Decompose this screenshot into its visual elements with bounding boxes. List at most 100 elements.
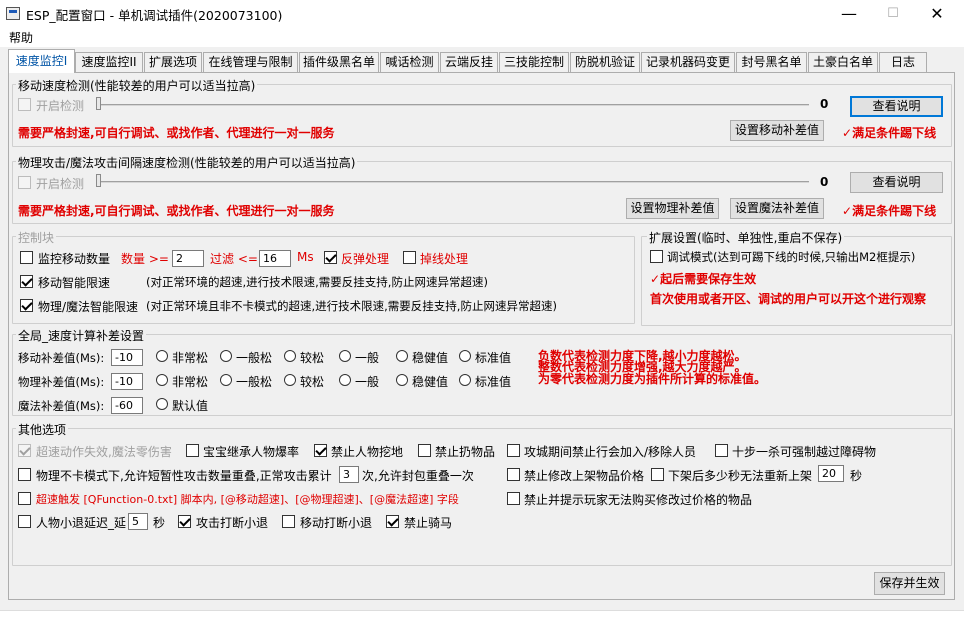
filter-input[interactable]: 16 (259, 250, 291, 267)
move-radio-slightly-loose[interactable] (284, 350, 296, 362)
o3-label: 禁止人物挖地 (331, 445, 404, 459)
tab-speed-monitor-2[interactable]: 速度监控II (75, 52, 143, 72)
status-strip (0, 610, 964, 629)
o9-checkbox[interactable] (651, 468, 664, 481)
phys-radio-label: 非常松 (172, 375, 209, 389)
debug-mode-label: 调试模式(达到可踢下线的时候,只输出M2框提示) (667, 250, 916, 264)
o10-checkbox[interactable] (18, 492, 31, 505)
o6-checkbox[interactable] (715, 444, 728, 457)
phys-comp-input[interactable]: -10 (111, 373, 143, 390)
menu-bar (0, 27, 964, 47)
check-mark-icon: ✓ (842, 126, 853, 140)
tab-log[interactable]: 日志 (879, 52, 927, 72)
o13-checkbox[interactable] (178, 515, 191, 528)
move-radio-loose[interactable] (220, 350, 232, 362)
set-move-comp-button[interactable]: 设置移动补差值 (730, 120, 824, 141)
move-radio-standard[interactable] (459, 350, 471, 362)
o15-checkbox[interactable] (386, 515, 399, 528)
save-apply-button[interactable]: 保存并生效 (874, 572, 945, 595)
smart-move-checkbox[interactable] (20, 275, 33, 288)
o7-checkbox[interactable] (18, 468, 31, 481)
phys-radio-slightly-loose[interactable] (284, 374, 296, 386)
tab-ban-blacklist[interactable]: 封号黑名单 (736, 52, 807, 72)
move-radio-normal[interactable] (339, 350, 351, 362)
o12-checkbox[interactable] (18, 515, 31, 528)
tab-anti-offline[interactable]: 防脱机验证 (570, 52, 640, 72)
o5-checkbox[interactable] (507, 444, 520, 457)
tab-shout-detect[interactable]: 喊话检测 (380, 52, 439, 72)
o1-checkbox[interactable] (18, 444, 31, 457)
o12-label-suffix: 秒 (153, 516, 166, 530)
o8-checkbox[interactable] (507, 468, 520, 481)
move-slider-value: 0 (820, 97, 829, 111)
o12-input[interactable]: 5 (128, 513, 148, 530)
first-use-note: 首次使用或者开区、调试的用户可以开这个进行观察 (650, 292, 927, 306)
rebound-checkbox[interactable] (324, 251, 337, 264)
phys-radio-very-loose[interactable] (156, 374, 168, 386)
tab-cloud-anticheat[interactable]: 云端反挂 (440, 52, 498, 72)
set-magic-comp-button[interactable]: 设置魔法补差值 (730, 198, 824, 219)
tab-plugin-blacklist[interactable]: 插件级黑名单 (299, 52, 379, 72)
attack-enable-label: 开启检测 (36, 177, 85, 191)
phys-radio-label: 标准值 (475, 375, 512, 389)
minimize-button[interactable]: — (826, 0, 872, 27)
move-radio-label: 稳健值 (412, 351, 449, 365)
move-radio-stable[interactable] (396, 350, 408, 362)
move-view-button[interactable]: 查看说明 (850, 96, 943, 117)
o5-label: 攻城期间禁止行会加入/移除人员 (524, 445, 697, 459)
attack-enable-checkbox[interactable] (18, 176, 31, 189)
phys-radio-label: 较松 (300, 375, 325, 389)
o11-label: 禁止并提示玩家无法购买修改过价格的物品 (524, 493, 753, 507)
o2-label: 宝宝继承人物爆率 (203, 445, 300, 459)
attack-slider-value: 0 (820, 175, 829, 189)
phys-radio-standard[interactable] (459, 374, 471, 386)
o14-checkbox[interactable] (282, 515, 295, 528)
phys-radio-loose[interactable] (220, 374, 232, 386)
tab-extension[interactable]: 扩展选项 (144, 52, 202, 72)
move-radio-very-loose[interactable] (156, 350, 168, 362)
menu-help[interactable]: 帮助 (9, 29, 33, 46)
move-slider[interactable] (98, 104, 809, 106)
smart-attack-checkbox[interactable] (20, 299, 33, 312)
disconnect-checkbox[interactable] (403, 251, 416, 264)
save-effect-note: ✓起后需要保存生效 (650, 272, 757, 286)
move-slider-thumb[interactable] (96, 97, 101, 110)
attack-slider-thumb[interactable] (96, 174, 101, 187)
move-radio-label: 一般松 (236, 351, 273, 365)
tab-speed-monitor-1[interactable]: 速度监控I (8, 49, 75, 73)
maximize-button[interactable]: ☐ (870, 0, 916, 27)
tab-three-skills[interactable]: 三技能控制 (499, 52, 569, 72)
magic-radio-default[interactable] (156, 398, 168, 410)
phys-comp-label: 物理补差值(Ms): (18, 375, 105, 389)
o9-input[interactable]: 20 (818, 465, 844, 482)
o13-label: 攻击打断小退 (196, 516, 269, 530)
close-button[interactable]: ✕ (914, 0, 960, 27)
magic-comp-input[interactable]: -60 (111, 397, 143, 414)
o7-input[interactable]: 3 (339, 466, 359, 483)
comp-note-3: 为零代表检测力度为插件所计算的标准值。 (538, 372, 767, 386)
phys-radio-stable[interactable] (396, 374, 408, 386)
tab-machine-code[interactable]: 记录机器码变更 (641, 52, 735, 72)
attack-view-button[interactable]: 查看说明 (850, 172, 943, 193)
count-input[interactable]: 2 (172, 250, 204, 267)
o4-label: 禁止扔物品 (435, 445, 496, 459)
tab-online-management[interactable]: 在线管理与限制 (203, 52, 298, 72)
count-label: 数量 >= (121, 252, 169, 266)
monitor-count-checkbox[interactable] (20, 251, 33, 264)
o11-checkbox[interactable] (507, 492, 520, 505)
o12-label: 人物小退延迟_延 (36, 516, 127, 530)
move-comp-input[interactable]: -10 (111, 349, 143, 366)
debug-mode-checkbox[interactable] (650, 250, 663, 263)
phys-radio-label: 稳健值 (412, 375, 449, 389)
o3-checkbox[interactable] (314, 444, 327, 457)
move-enable-checkbox[interactable] (18, 98, 31, 111)
o8-label: 禁止修改上架物品价格 (524, 469, 645, 483)
magic-radio-label: 默认值 (172, 399, 209, 413)
o2-checkbox[interactable] (186, 444, 199, 457)
phys-radio-normal[interactable] (339, 374, 351, 386)
o4-checkbox[interactable] (418, 444, 431, 457)
ms-label: Ms (297, 250, 314, 264)
set-phys-comp-button[interactable]: 设置物理补差值 (626, 198, 719, 219)
tab-vip-whitelist[interactable]: 土豪白名单 (808, 52, 878, 72)
attack-slider[interactable] (98, 181, 809, 183)
